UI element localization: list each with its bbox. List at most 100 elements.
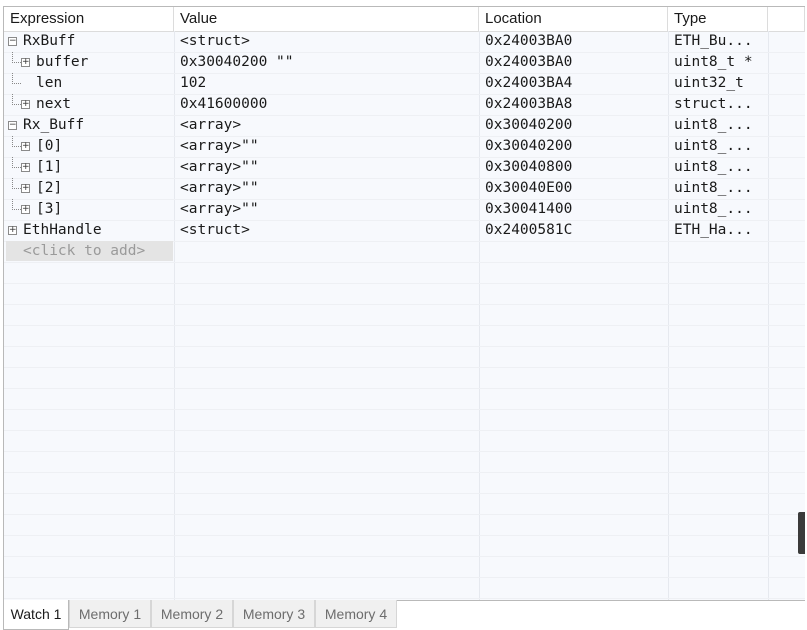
expression-label: Rx_Buff: [23, 117, 85, 133]
expression-label: [0]: [36, 138, 63, 154]
value-cell: 0x30040200 "": [180, 54, 294, 70]
minus-box-icon[interactable]: −: [8, 37, 17, 46]
column-header-value[interactable]: Value: [174, 7, 479, 31]
type-cell: uint8_t *: [674, 54, 753, 70]
watch-row[interactable]: len 102 0x24003BA4 uint32_t: [4, 73, 805, 94]
expression-label: len: [36, 75, 63, 91]
row-divider: [4, 262, 805, 263]
row-divider: [4, 577, 805, 578]
row-divider: [4, 283, 805, 284]
column-header-type[interactable]: Type: [668, 7, 768, 31]
type-cell: uint32_t: [674, 75, 744, 91]
type-cell: ETH_Ha...: [674, 222, 753, 238]
row-divider: [4, 430, 805, 431]
expression-cell: − RxBuff: [4, 31, 174, 52]
watch-row[interactable]: + EthHandle <struct> 0x2400581C ETH_Ha...: [4, 220, 805, 241]
expression-label: next: [36, 96, 71, 112]
type-cell: uint8_...: [674, 138, 753, 154]
tab-memory-4[interactable]: Memory 4: [315, 600, 397, 628]
expression-label: [3]: [36, 201, 63, 217]
watch-row[interactable]: + [1] <array>"" 0x30040800 uint8_...: [4, 157, 805, 178]
location-cell: 0x2400581C: [485, 222, 573, 238]
plus-box-icon[interactable]: +: [21, 205, 30, 214]
location-cell: 0x30040E00: [485, 180, 573, 196]
plus-box-icon[interactable]: +: [21, 142, 30, 151]
row-divider: [4, 493, 805, 494]
expression-cell: + next: [4, 94, 174, 115]
expression-cell: + [2]: [4, 178, 174, 199]
expression-label: RxBuff: [23, 33, 76, 49]
watch-row[interactable]: + [0] <array>"" 0x30040200 uint8_...: [4, 136, 805, 157]
column-header-filler: [768, 7, 805, 31]
plus-box-icon[interactable]: +: [21, 100, 30, 109]
watch-row[interactable]: + [2] <array>"" 0x30040E00 uint8_...: [4, 178, 805, 199]
watch-tabs: Watch 1 Memory 1 Memory 2 Memory 3 Memory 4: [3, 600, 807, 630]
expression-cell: + [3]: [4, 199, 174, 220]
tree-connector: [12, 157, 21, 168]
location-cell: 0x24003BA4: [485, 75, 573, 91]
value-cell: <array>"": [180, 138, 259, 154]
type-cell: ETH_Bu...: [674, 33, 753, 49]
tree-connector: [12, 136, 21, 147]
expression-cell: + [0]: [4, 136, 174, 157]
value-cell: <struct>: [180, 222, 250, 238]
type-cell: uint8_...: [674, 117, 753, 133]
row-divider: [4, 472, 805, 473]
row-divider: [4, 409, 805, 410]
tree-connector: [12, 199, 21, 210]
watch-rows: − RxBuff <struct> 0x24003BA0 ETH_Bu... + buffe…: [4, 31, 805, 262]
plus-box-icon[interactable]: +: [21, 58, 30, 67]
location-cell: 0x30041400: [485, 201, 573, 217]
expression-cell: + [1]: [4, 157, 174, 178]
watch-row[interactable]: + [3] <array>"" 0x30041400 uint8_...: [4, 199, 805, 220]
row-divider: [4, 598, 805, 599]
tab-memory-2[interactable]: Memory 2: [151, 600, 233, 628]
column-header-location[interactable]: Location: [479, 7, 668, 31]
row-divider: [4, 535, 805, 536]
plus-box-icon[interactable]: +: [8, 226, 17, 235]
tree-connector: [12, 94, 21, 105]
watch-panel: Expression Value Location Type − RxBuff <s…: [3, 6, 805, 601]
expression-cell: + buffer: [4, 52, 174, 73]
add-expression-row[interactable]: <click to add>: [4, 241, 805, 262]
watch-row[interactable]: − Rx_Buff <array> 0x30040200 uint8_...: [4, 115, 805, 136]
tree-connector: [12, 178, 21, 189]
row-divider: [4, 304, 805, 305]
value-cell: 102: [180, 75, 207, 91]
scrollbar-thumb[interactable]: [798, 512, 805, 554]
expression-cell: − Rx_Buff: [4, 115, 174, 136]
location-cell: 0x24003BA8: [485, 96, 573, 112]
watch-row[interactable]: − RxBuff <struct> 0x24003BA0 ETH_Bu...: [4, 31, 805, 52]
type-cell: uint8_...: [674, 159, 753, 175]
type-cell: struct...: [674, 96, 753, 112]
watch-row[interactable]: + next 0x41600000 0x24003BA8 struct...: [4, 94, 805, 115]
tree-connector: [12, 73, 21, 84]
minus-box-icon[interactable]: −: [8, 121, 17, 130]
tab-memory-1[interactable]: Memory 1: [69, 600, 151, 628]
row-divider: [4, 451, 805, 452]
tab-memory-3[interactable]: Memory 3: [233, 600, 315, 628]
location-cell: 0x30040200: [485, 117, 573, 133]
value-cell: <struct>: [180, 33, 250, 49]
expression-label: buffer: [36, 54, 89, 70]
type-cell: uint8_...: [674, 180, 753, 196]
row-divider: [4, 367, 805, 368]
row-divider: [4, 556, 805, 557]
value-cell: <array>"": [180, 159, 259, 175]
row-divider: [4, 514, 805, 515]
location-cell: 0x30040200: [485, 138, 573, 154]
watch-row[interactable]: + buffer 0x30040200 "" 0x24003BA0 uint8_t *: [4, 52, 805, 73]
tree-connector: [12, 52, 21, 63]
plus-box-icon[interactable]: +: [21, 184, 30, 193]
watch-header: Expression Value Location Type: [4, 7, 805, 32]
expression-label: [1]: [36, 159, 63, 175]
expression-label: [2]: [36, 180, 63, 196]
value-cell: 0x41600000: [180, 96, 268, 112]
location-cell: 0x30040800: [485, 159, 573, 175]
click-to-add-input[interactable]: <click to add>: [6, 241, 173, 261]
plus-box-icon[interactable]: +: [21, 163, 30, 172]
location-cell: 0x24003BA0: [485, 54, 573, 70]
column-header-expression[interactable]: Expression: [4, 7, 174, 31]
expression-cell: + EthHandle: [4, 220, 174, 241]
tab-watch-1[interactable]: Watch 1: [3, 600, 69, 630]
